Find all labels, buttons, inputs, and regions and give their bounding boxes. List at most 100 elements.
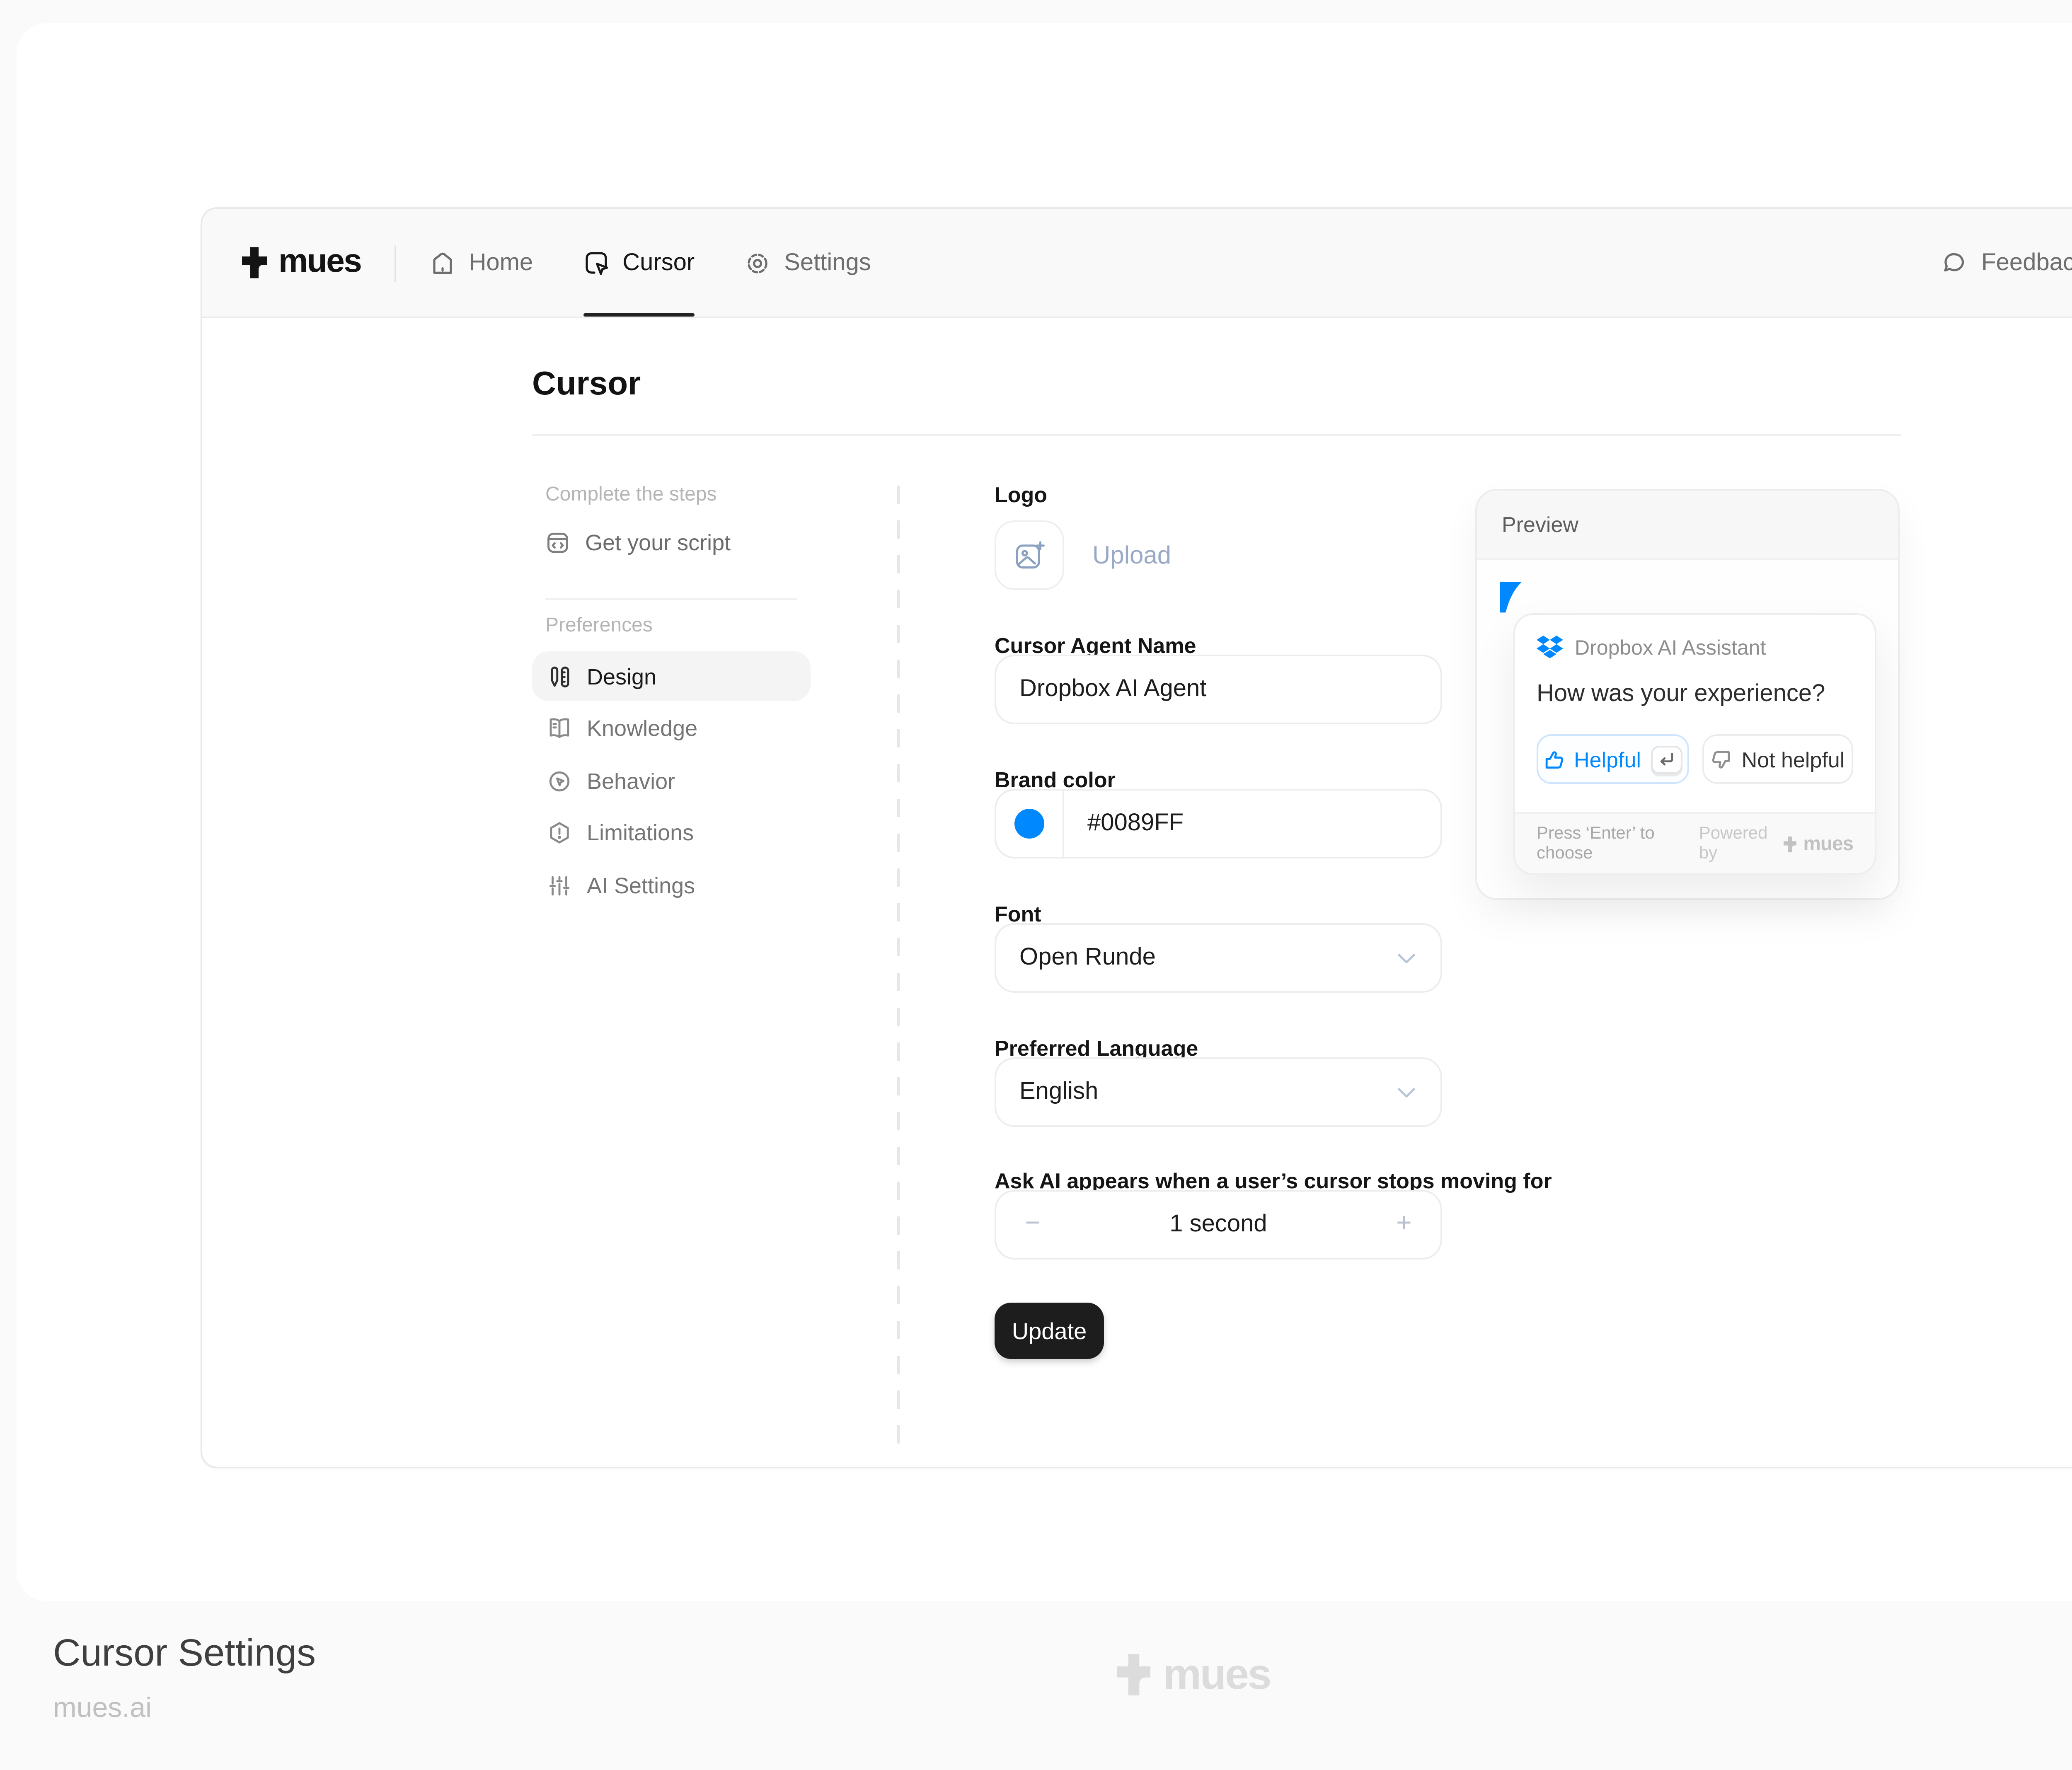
font-value: Open Runde (996, 945, 1156, 971)
mues-logo-icon (1117, 1654, 1150, 1695)
navbar-divider (394, 244, 396, 281)
pen-ruler-icon (546, 664, 571, 689)
brand-logo[interactable]: mues (242, 244, 361, 282)
not-helpful-button[interactable]: Not helpful (1702, 734, 1853, 784)
sidebar-item-label: AI Settings (587, 873, 695, 897)
page-title: Cursor (532, 366, 641, 404)
mues-logo-icon (242, 247, 267, 278)
sidebar-item-knowledge[interactable]: Knowledge (532, 704, 811, 753)
powered-by-label: Powered by (1699, 824, 1777, 863)
font-select[interactable]: Open Runde (995, 923, 1442, 993)
sidebar-item-label: Get your script (585, 530, 731, 555)
sidebar-menu: Design Knowledge Behavior Limitations AI… (532, 651, 811, 910)
app-frame: mues Home Cursor Settings (201, 207, 2072, 1468)
tab-settings-label: Settings (784, 249, 871, 276)
tab-cursor-label: Cursor (622, 249, 695, 276)
logo-label: Logo (995, 482, 1047, 507)
preview-panel: Preview Dropbox AI Assistant How was you… (1475, 489, 1900, 900)
brand-color-swatch-cell[interactable] (996, 791, 1064, 857)
stepper-increment-button[interactable]: + (1392, 1210, 1416, 1240)
powered-by: Powered by mues (1699, 824, 1853, 863)
enter-key-icon (1659, 752, 1674, 767)
thumbs-up-icon (1542, 748, 1564, 770)
feedback-choices: Helpful Not helpful (1537, 734, 1853, 784)
pointer-cursor-icon (1500, 582, 1525, 613)
sidebar-item-ai-settings[interactable]: AI Settings (532, 860, 811, 910)
enter-key-badge (1651, 745, 1682, 773)
tab-home[interactable]: Home (429, 209, 533, 317)
preview-panel-header: Preview (1477, 491, 1898, 560)
navbar-right: Feedback p (1941, 240, 2072, 285)
top-navbar: mues Home Cursor Settings (202, 209, 2072, 318)
sliders-icon (546, 873, 571, 897)
sidebar-item-design[interactable]: Design (532, 651, 811, 701)
dropbox-logo-icon (1537, 635, 1563, 660)
pointer-circle-icon (546, 768, 571, 793)
helpful-label: Helpful (1574, 747, 1641, 771)
feedback-label: Feedback (1981, 249, 2072, 276)
assistant-prompt-card: Dropbox AI Assistant How was your experi… (1513, 613, 1876, 875)
upload-button[interactable]: Upload (1092, 541, 1171, 569)
hexagon-alert-icon (546, 820, 571, 845)
preferences-section-label: Preferences (545, 613, 653, 636)
delay-stepper: − 1 second + (995, 1190, 1442, 1260)
powered-by-brand: mues (1803, 832, 1853, 855)
font-label: Font (995, 902, 1041, 926)
tab-settings[interactable]: Settings (744, 209, 871, 317)
language-select[interactable]: English (995, 1057, 1442, 1127)
sidebar-item-label: Design (587, 664, 656, 689)
enter-hint: Press ‘Enter’ to choose (1537, 824, 1699, 863)
assistant-name: Dropbox AI Assistant (1575, 636, 1766, 659)
update-button[interactable]: Update (995, 1303, 1104, 1359)
brand-color-value: #0089FF (1064, 810, 1184, 837)
delay-value: 1 second (1169, 1211, 1267, 1238)
code-window-icon (545, 530, 570, 555)
preview-title: Preview (1502, 512, 1578, 537)
delay-label: Ask AI appears when a user’s cursor stop… (995, 1168, 1552, 1193)
footer-brand: mues (0, 1649, 2072, 1700)
language-value: English (996, 1079, 1098, 1105)
agent-name-value: Dropbox AI Agent (996, 676, 1206, 703)
agent-name-input[interactable]: Dropbox AI Agent (995, 655, 1442, 724)
brand-color-swatch (1014, 809, 1044, 839)
sidebar-item-limitations[interactable]: Limitations (532, 808, 811, 858)
thumbs-down-icon (1710, 748, 1732, 770)
steps-section-label: Complete the steps (545, 482, 717, 505)
title-divider (532, 434, 1901, 436)
mues-logo-icon (1784, 834, 1797, 853)
chevron-down-icon (1397, 952, 1416, 964)
page: mues Home Cursor Settings (0, 0, 2072, 1770)
brand-color-input[interactable]: #0089FF (995, 789, 1442, 858)
vertical-dashed-divider (897, 486, 899, 1444)
cursor-tab-icon (583, 249, 609, 276)
sidebar-divider (545, 598, 797, 600)
footer-brand-name: mues (1163, 1649, 1271, 1700)
tab-cursor[interactable]: Cursor (583, 209, 695, 317)
not-helpful-label: Not helpful (1742, 747, 1845, 771)
assistant-card-footer: Press ‘Enter’ to choose Powered by mues (1515, 812, 1875, 873)
brand-color-label: Brand color (995, 767, 1116, 792)
logo-upload-dropzone[interactable] (995, 520, 1064, 590)
stepper-decrement-button[interactable]: − (1021, 1210, 1044, 1240)
assistant-question: How was your experience? (1537, 681, 1825, 708)
sidebar-item-label: Behavior (587, 768, 675, 793)
tab-home-label: Home (469, 249, 533, 276)
settings-gear-icon (744, 249, 771, 276)
sidebar-item-label: Knowledge (587, 716, 697, 741)
language-label: Preferred Language (995, 1036, 1198, 1061)
sidebar-item-behavior[interactable]: Behavior (532, 756, 811, 805)
home-icon (429, 249, 455, 276)
sidebar-item-get-your-script[interactable]: Get your script (545, 530, 731, 555)
brand-name: mues (278, 244, 361, 282)
sidebar-item-label: Limitations (587, 820, 694, 845)
book-icon (546, 716, 571, 741)
feedback-bubble-icon (1941, 249, 1968, 276)
helpful-button[interactable]: Helpful (1537, 734, 1688, 784)
app-window-card: mues Home Cursor Settings (17, 23, 2072, 1601)
image-plus-icon (1012, 538, 1047, 573)
chevron-down-icon (1397, 1086, 1416, 1098)
assistant-header: Dropbox AI Assistant (1537, 635, 1766, 660)
logo-upload-row: Upload (995, 520, 1171, 590)
feedback-button[interactable]: Feedback (1941, 249, 2072, 276)
agent-name-label: Cursor Agent Name (995, 633, 1196, 658)
